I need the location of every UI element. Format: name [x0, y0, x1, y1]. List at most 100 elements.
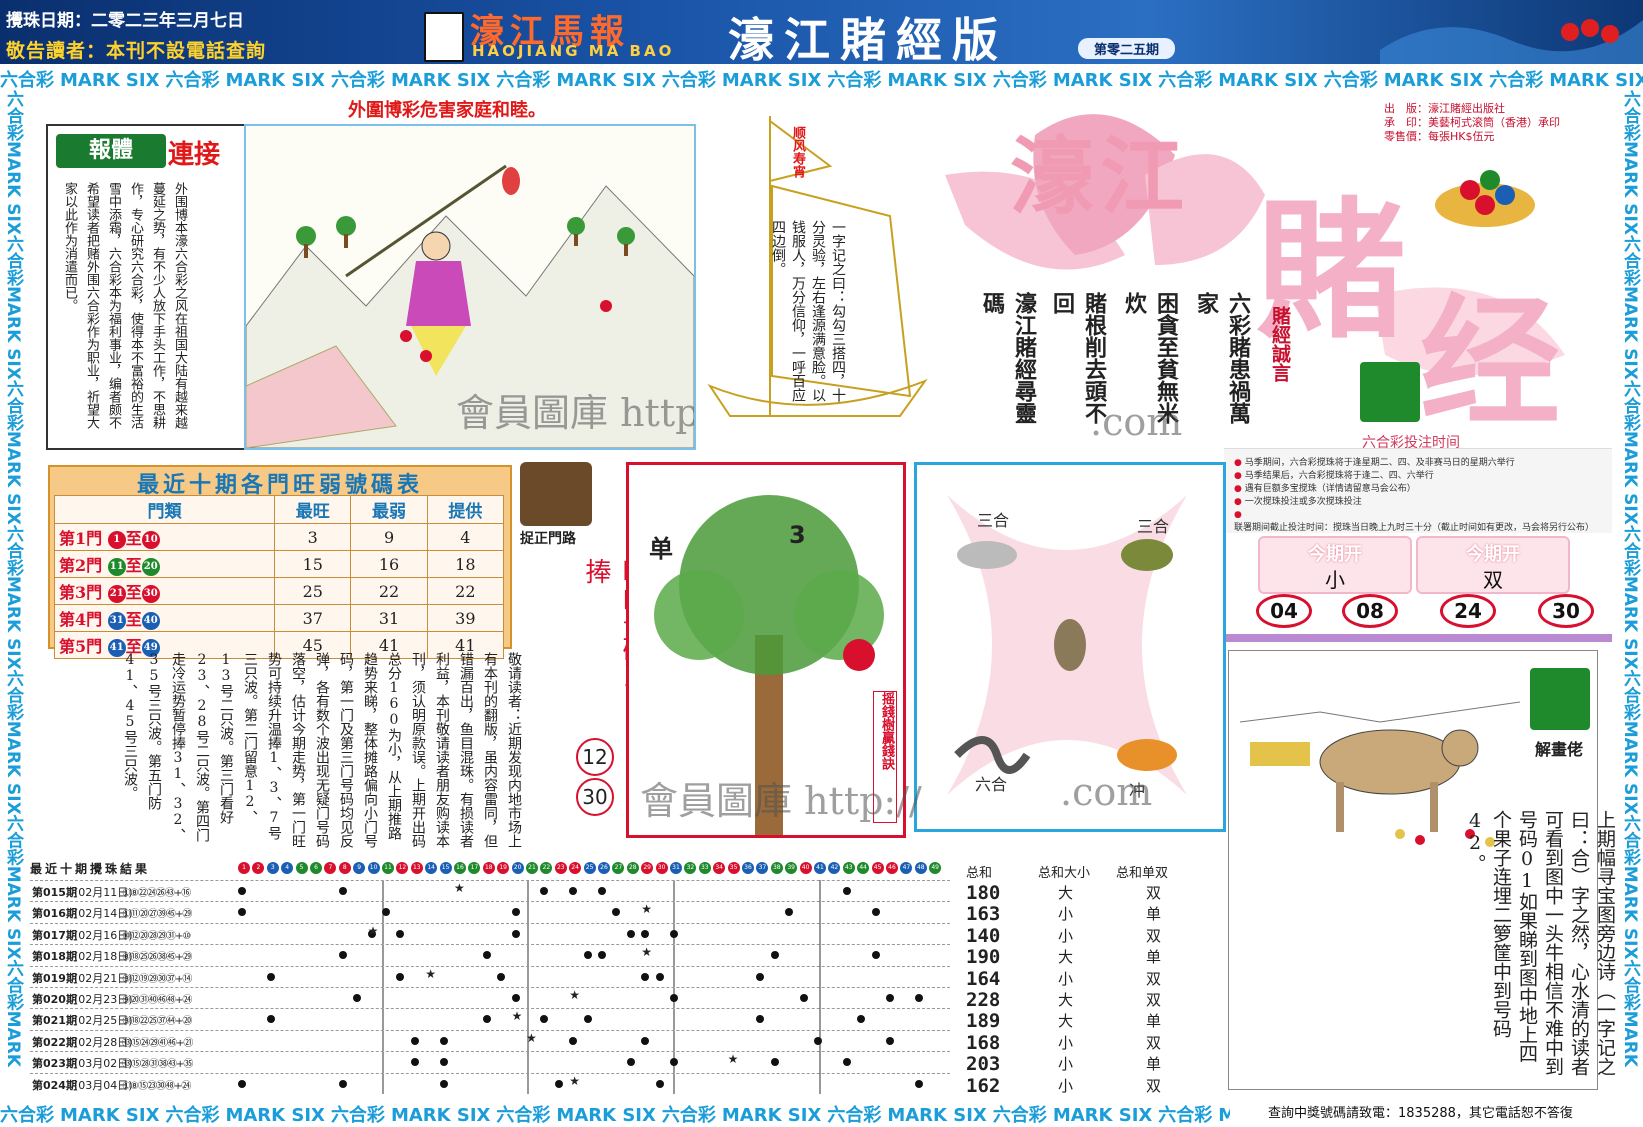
history-numbers: ①⑧⑮㉓㉚㊽+㉔	[122, 1080, 191, 1092]
gate-row: 第2門 11 至 20 15 16 18	[53, 550, 505, 578]
history-dot	[857, 1015, 866, 1024]
sum-parity: 单	[1146, 905, 1162, 924]
gate-row-name: 第4門 31 至 40	[53, 604, 276, 632]
history-dot	[266, 1015, 275, 1024]
history-dot	[238, 1079, 246, 1088]
history-special-mark: ★	[526, 1030, 537, 1045]
number-strip-ball: 41	[814, 862, 826, 874]
gate-to-ball: 40	[141, 611, 160, 630]
number-strip-ball: 28	[626, 862, 639, 874]
number-strip-ball: 32	[684, 862, 697, 874]
marquee-en: MARK SIX	[556, 1105, 656, 1125]
marquee-cn: 六合彩	[1158, 1105, 1213, 1125]
gate-sep: 至	[125, 529, 142, 548]
bottom-marquee: 六合彩 MARK SIX 六合彩 MARK SIX 六合彩 MARK SIX 六合彩 MARK…	[0, 1101, 1230, 1125]
history-numbers: ①⑪⑳㉗㊴㊺+㉙	[122, 909, 192, 921]
number-strip-ball: 33	[698, 862, 711, 874]
marquee-cn: 六合彩	[1620, 669, 1640, 721]
result-tab-size: 今期开 小	[1258, 536, 1412, 594]
history-numbers: ⑬⑮㉘㉛㊳㊸+㉟	[122, 1059, 193, 1071]
marquee-cn: 六合彩	[1620, 959, 1640, 1011]
history-dot	[842, 1058, 851, 1067]
price-line: 零售價：每張HK$伍元	[1384, 130, 1495, 143]
marquee-en: MARK SIX	[225, 1105, 325, 1125]
sum-sum: 162	[966, 1074, 1001, 1097]
marquee-en: MARK SIX	[887, 1105, 987, 1125]
history-special-mark: ★	[511, 1009, 523, 1024]
sum-header-total: 总和	[966, 866, 993, 881]
sum-parity: 双	[1146, 991, 1162, 1009]
number-strip-ball: 2	[252, 862, 265, 874]
marquee-cn: 六合彩	[3, 814, 23, 866]
history-period: 第023期	[32, 1057, 77, 1071]
number-strip-ball: 34	[713, 862, 726, 874]
sum-row: 140 小 双	[966, 925, 1196, 947]
history-numbers: ⑩⑫⑳㉘㉙㉛+⑩	[122, 930, 191, 942]
number-strip-ball: 42	[828, 862, 841, 874]
sum-size: 小	[1058, 969, 1074, 988]
marquee-cn: 六合彩	[3, 669, 23, 721]
history-dot	[511, 908, 520, 917]
marquee-en: MARK SIX	[1620, 575, 1640, 670]
sum-sum: 228	[966, 989, 1001, 1011]
history-dot	[338, 1079, 347, 1088]
history-dot	[511, 994, 520, 1002]
logo-en: HAOJIANG MA BAO	[472, 42, 675, 60]
result-ball-4: 30	[1538, 594, 1594, 628]
marquee-cn: 六合彩	[3, 379, 23, 431]
result-tab-size-value: 小	[1325, 568, 1345, 592]
gate-table: 門類 最旺 最弱 提供 第1門 1 至 10 3 9 4 第2門 11 至 20 15 16 18 第3…	[53, 495, 505, 659]
number-strip-ball: 27	[612, 862, 625, 874]
warning-title: 外圍博彩危害家庭和睦。	[348, 100, 546, 121]
gate-name: 第4門	[59, 610, 103, 629]
gate-cold: 31	[350, 604, 428, 632]
sum-row: 203 小 单	[966, 1053, 1196, 1075]
number-strip: 1 2 3 4 5 6 7 8 9 10 11 12 13 14 15 16 17 18 19 20 21 22 23 24 2…	[238, 862, 950, 876]
number-strip-ball: 15	[439, 862, 452, 874]
purple-divider	[1224, 634, 1612, 642]
sum-parity: 双	[1146, 926, 1162, 945]
history-dot	[670, 994, 678, 1002]
number-strip-ball: 29	[641, 862, 654, 874]
marquee-cn: 六合彩	[1620, 524, 1640, 576]
history-period: 第018期	[32, 950, 77, 964]
marquee-en: MARK SIX	[1052, 1105, 1153, 1125]
marquee-cn: 六合彩	[992, 1105, 1047, 1125]
watermark-3: 會員圖庫 http://	[640, 779, 922, 823]
number-strip-ball: 17	[468, 862, 481, 874]
number-strip-ball: 22	[540, 862, 553, 874]
gate-row-name: 第1門 1 至 10	[53, 523, 276, 551]
sum-row: 189 大 单	[966, 1010, 1196, 1032]
marquee-cn: 六合彩	[1620, 234, 1640, 286]
sum-row: 190 大 单	[966, 946, 1196, 968]
marquee-en: MARK SIX	[3, 285, 23, 380]
history-numbers: ③⑫⑲㉙㉚㊲+⑭	[122, 973, 192, 985]
edition-box: 濠江賭經版	[728, 4, 1068, 67]
sum-size: 小	[1058, 1076, 1074, 1095]
history-dot	[583, 951, 592, 960]
sum-sum: 168	[966, 1031, 1001, 1054]
history-dot	[338, 951, 347, 960]
marquee-en: MARK SIX	[721, 70, 822, 90]
history-special-mark: ★	[641, 902, 652, 917]
history-rows: 第015期 (02月11日) ①⑧㉒㉔㉖㊸+⑯ ★ 第016期 (02月14日) ①⑪⑳㉗㊴…	[30, 880, 950, 1095]
marquee-en: MARK SIX	[1218, 1105, 1230, 1125]
marquee-cn: 六合彩	[165, 70, 220, 90]
history-row: 第020期 (02月23日) ⑨⑳㉛㊵㊻㊽+㉔ ★	[30, 987, 950, 1009]
result-ball-2: 08	[1342, 594, 1398, 628]
marquee-en: MARK SIX	[60, 1105, 160, 1125]
publisher-info: 出 版：濠江賭經出版社 承 印：美藝柯式滚筒（香港）承印 零售價：每張HK$伍元	[1384, 102, 1560, 144]
history-period: 第016期	[32, 907, 77, 921]
marquee-cn: 六合彩	[0, 1105, 54, 1125]
gate-hot: 25	[274, 577, 352, 605]
marquee-cn: 六合彩	[827, 70, 882, 90]
sum-size: 小	[1058, 905, 1074, 924]
number-strip-ball: 24	[569, 862, 582, 874]
gate-sep: 至	[125, 583, 142, 602]
bottom-info: 查詢中獎號碼請致電：1835288，其它電話恕不答復	[1268, 1106, 1573, 1121]
hot-number-1: 12	[576, 738, 614, 776]
printer-line: 承 印：美藝柯式滚筒（香港）承印	[1384, 116, 1560, 129]
history-dot	[655, 1079, 664, 1088]
history-row: 第018期 (02月18日) ⑧⑱㉕㉖㊳㊺+㉙ ★	[30, 944, 950, 966]
lottery-time-item: 马季结果后，六合彩搅珠将于逢二、四、六举行	[1234, 470, 1602, 483]
